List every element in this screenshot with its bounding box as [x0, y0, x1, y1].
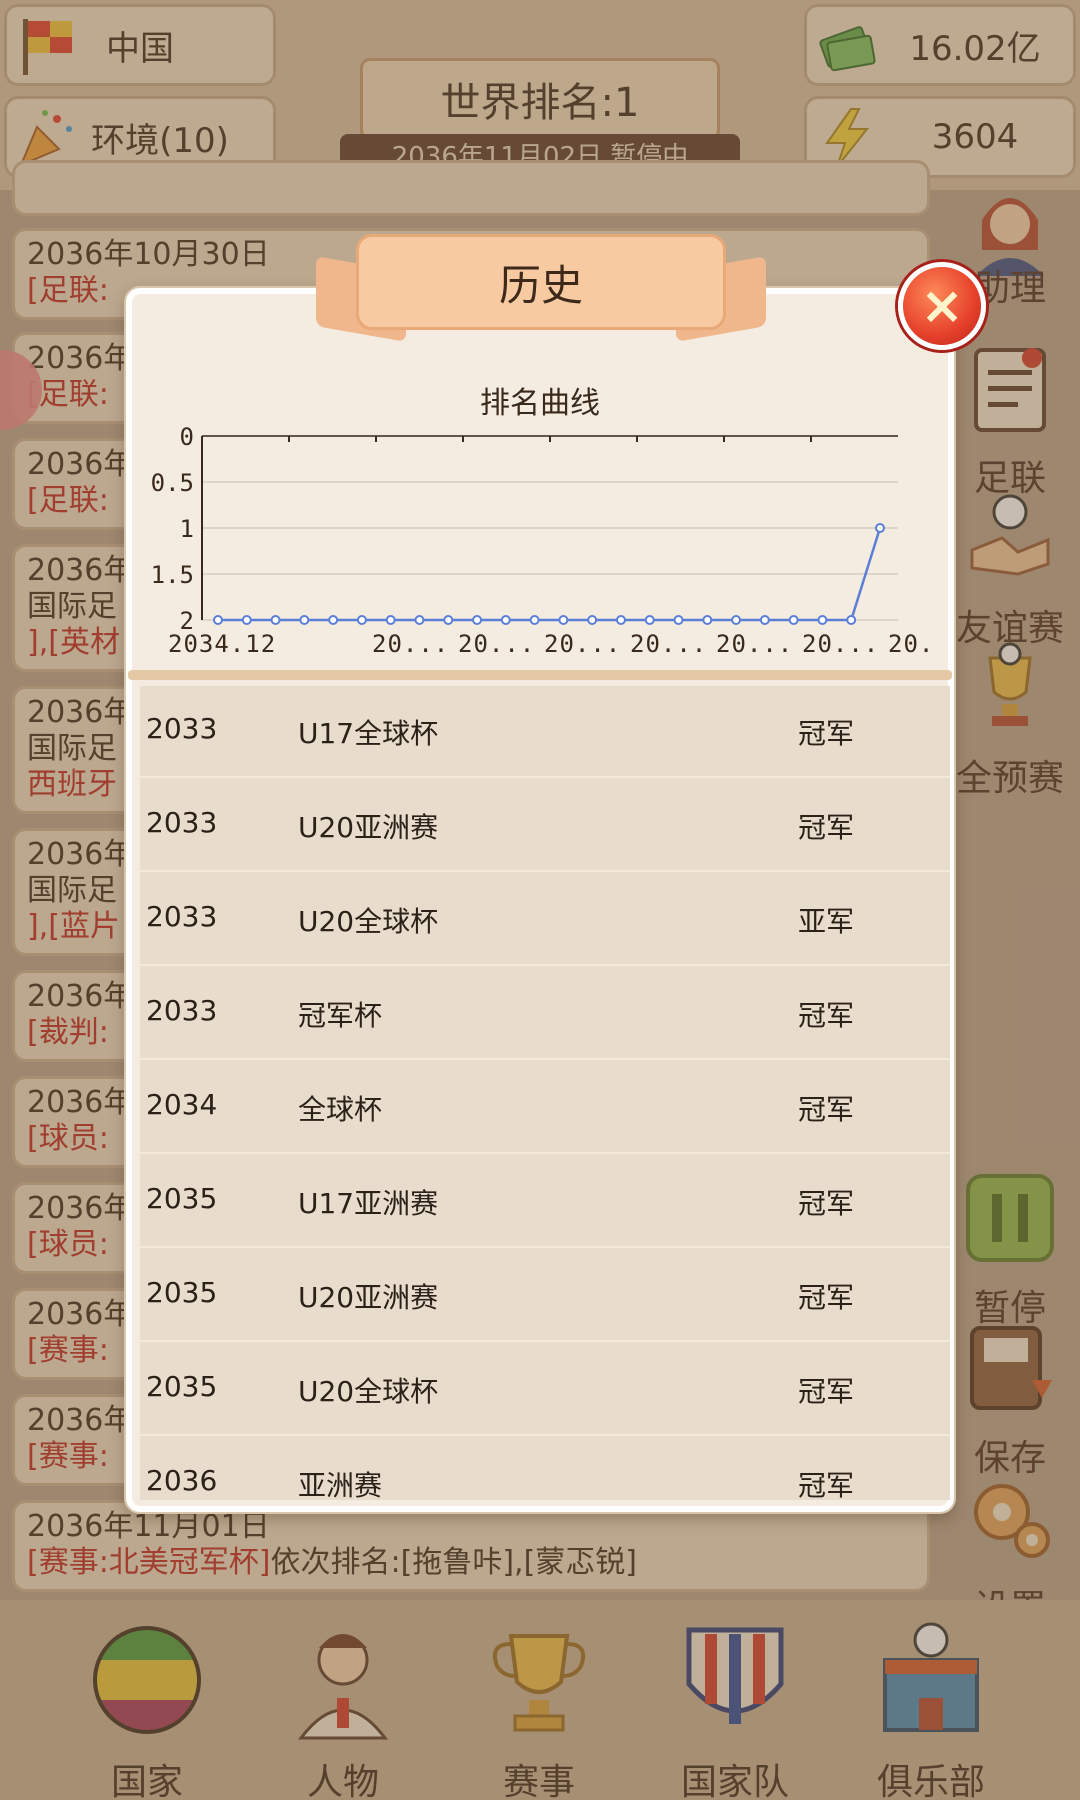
- rank-point: [356, 615, 367, 625]
- history-year: 2033: [146, 900, 218, 933]
- history-result: 冠军: [798, 811, 855, 844]
- history-year: 2034: [146, 1088, 218, 1121]
- rank-point: [875, 523, 885, 533]
- table-row: 2033 U20全球杯 亚军: [140, 874, 950, 966]
- history-result: 冠军: [798, 1281, 855, 1314]
- table-row: 2035 U20亚洲赛 冠军: [140, 1250, 950, 1342]
- rank-point: [299, 615, 310, 625]
- rank-chart: 0 0.5 1 1.5 2 2034.12 20... 20... 20... 20... 20..…: [140, 420, 965, 660]
- dialog-title: 历史: [356, 234, 726, 330]
- history-event: U20全球杯: [298, 1375, 439, 1408]
- rank-point: [385, 615, 396, 625]
- x-tick-label: 20...: [888, 630, 940, 658]
- history-event: U17全球杯: [298, 717, 439, 750]
- table-row: 2033 U20亚洲赛 冠军: [140, 780, 950, 872]
- table-row: 2033 U17全球杯 冠军: [140, 686, 950, 778]
- table-row: 2035 U17亚洲赛 冠军: [140, 1156, 950, 1248]
- rank-point: [759, 615, 770, 625]
- x-tick-label: 20...: [372, 630, 449, 658]
- chart-divider: [128, 670, 952, 680]
- close-button[interactable]: ×: [898, 262, 986, 350]
- history-year: 2033: [146, 712, 218, 745]
- rank-point: [615, 615, 626, 625]
- close-icon: ×: [920, 276, 964, 336]
- table-row: 2034 全球杯 冠军: [140, 1062, 950, 1154]
- history-year: 2036: [146, 1464, 218, 1497]
- rank-point: [529, 615, 540, 625]
- history-year: 2033: [146, 994, 218, 1027]
- x-tick-label: 20...: [802, 630, 879, 658]
- y-tick-label: 0: [180, 423, 194, 451]
- y-tick-label: 1.5: [151, 561, 194, 589]
- rank-point: [817, 615, 828, 625]
- rank-point: [443, 615, 454, 625]
- x-tick-label: 20...: [458, 630, 535, 658]
- history-event: U17亚洲赛: [298, 1187, 439, 1220]
- rank-chart-svg: 00.511.522034.12 20... 20... 20... 20... 20..…: [151, 423, 965, 658]
- table-row: 2035 U20全球杯 冠军: [140, 1344, 950, 1436]
- x-tick-label: 2034.12: [168, 630, 276, 658]
- history-year: 2035: [146, 1370, 218, 1403]
- rank-point: [414, 615, 425, 625]
- history-event: 冠军杯: [298, 999, 383, 1032]
- history-event: 亚洲赛: [298, 1469, 383, 1500]
- history-year: 2035: [146, 1182, 218, 1215]
- rank-point: [558, 615, 569, 625]
- history-year: 2033: [146, 806, 218, 839]
- rank-point: [673, 615, 684, 625]
- history-result: 冠军: [798, 1093, 855, 1126]
- history-result: 亚军: [798, 905, 855, 938]
- rank-point: [788, 615, 799, 625]
- rank-point: [500, 615, 511, 625]
- x-tick-label: 20...: [630, 630, 707, 658]
- rank-point: [731, 615, 742, 625]
- rank-point: [846, 615, 857, 625]
- chart-title: 排名曲线: [480, 386, 600, 421]
- x-tick-label: 20...: [716, 630, 793, 658]
- history-result: 冠军: [798, 1469, 855, 1500]
- rank-point: [328, 615, 339, 625]
- history-year: 2035: [146, 1276, 218, 1309]
- history-result: 冠军: [798, 1187, 855, 1220]
- rank-point: [644, 615, 655, 625]
- history-event: U20亚洲赛: [298, 1281, 439, 1314]
- rank-point: [587, 615, 598, 625]
- x-tick-label: 20...: [544, 630, 621, 658]
- history-table[interactable]: 2033 U17全球杯 冠军 2033 U20亚洲赛 冠军 2033 U20全球杯 亚军 2033…: [140, 686, 950, 1500]
- history-result: 冠军: [798, 999, 855, 1032]
- history-result: 冠军: [798, 1375, 855, 1408]
- history-event: 全球杯: [298, 1093, 383, 1126]
- rank-point: [702, 615, 713, 625]
- dialog-title-ribbon: 历史: [316, 234, 766, 354]
- rank-point: [213, 615, 223, 625]
- rank-point: [270, 615, 281, 625]
- y-tick-label: 1: [180, 515, 194, 543]
- rank-point: [241, 615, 252, 625]
- table-row: 2036 亚洲赛 冠军: [140, 1438, 950, 1500]
- table-row: 2033 冠军杯 冠军: [140, 968, 950, 1060]
- history-event: U20亚洲赛: [298, 811, 439, 844]
- rank-point: [472, 615, 483, 625]
- history-event: U20全球杯: [298, 905, 439, 938]
- y-tick-label: 0.5: [151, 469, 194, 497]
- history-result: 冠军: [798, 717, 855, 750]
